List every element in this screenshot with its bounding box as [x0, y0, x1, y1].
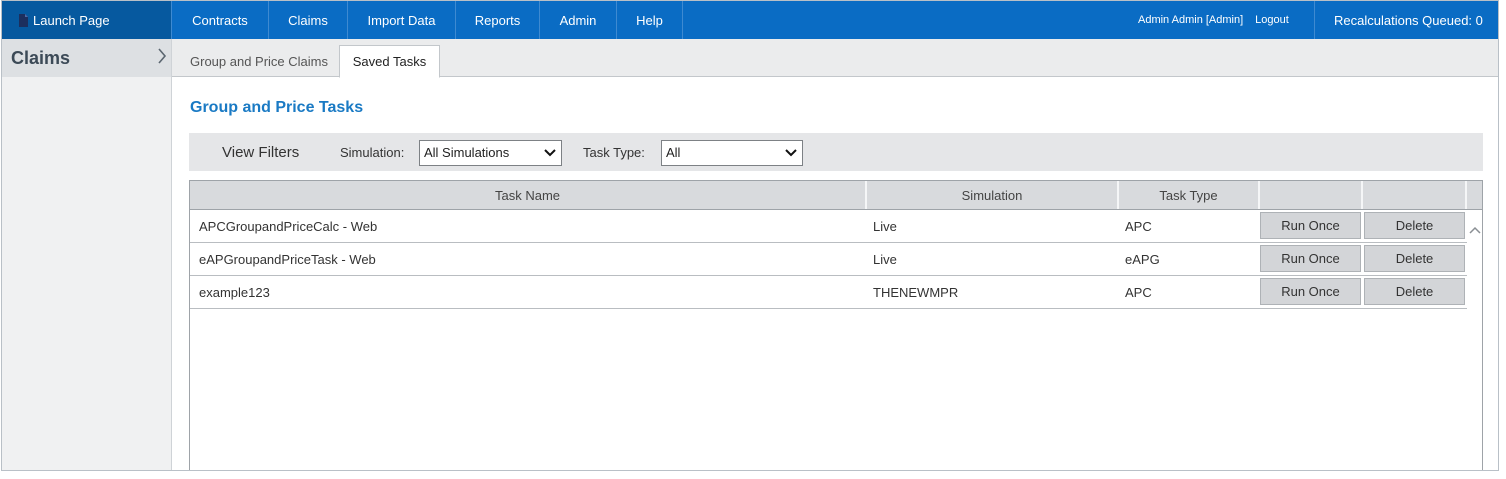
- tab-saved-tasks[interactable]: Saved Tasks: [339, 45, 440, 78]
- nav-help[interactable]: Help: [617, 1, 683, 39]
- chevron-down-icon: [784, 146, 798, 160]
- delete-button[interactable]: Delete: [1364, 212, 1465, 239]
- task-name-cell: example123: [199, 284, 270, 300]
- user-name: Admin Admin [Admin]: [1138, 14, 1244, 26]
- delete-button[interactable]: Delete: [1364, 245, 1465, 272]
- simulation-cell: THENEWMPR: [873, 284, 959, 300]
- app-window: Launch Page Contracts Claims Import Data…: [1, 0, 1499, 471]
- simulation-cell: Live: [873, 251, 897, 267]
- top-nav-bar: Launch Page Contracts Claims Import Data…: [2, 1, 1498, 39]
- sidebar: Claims: [2, 39, 172, 470]
- table-row[interactable]: example123 THENEWMPR APC Run Once Delete: [190, 276, 1467, 309]
- table-row[interactable]: APCGroupandPriceCalc - Web Live APC Run …: [190, 210, 1467, 243]
- run-once-button[interactable]: Run Once: [1260, 278, 1361, 305]
- simulation-select[interactable]: All Simulations: [419, 140, 562, 166]
- simulation-label: Simulation:: [340, 145, 405, 160]
- nav-import-data[interactable]: Import Data: [348, 1, 456, 39]
- simulation-select-value: All Simulations: [424, 145, 510, 160]
- sidebar-title: Claims: [11, 47, 71, 68]
- nav-admin[interactable]: Admin: [540, 1, 617, 39]
- task-type-cell: eAPG: [1125, 251, 1160, 267]
- task-type-label: Task Type:: [583, 145, 645, 160]
- tab-group-and-price-claims[interactable]: Group and Price Claims: [190, 45, 328, 77]
- column-header-task-type[interactable]: Task Type: [1119, 181, 1260, 209]
- user-area: Admin Admin [Admin] Logout: [1138, 1, 1289, 39]
- page-title: Group and Price Tasks: [190, 99, 364, 116]
- task-type-select[interactable]: All: [661, 140, 803, 166]
- table-row[interactable]: eAPGroupandPriceTask - Web Live eAPG Run…: [190, 243, 1467, 276]
- simulation-cell: Live: [873, 218, 897, 234]
- column-header-run: [1260, 181, 1363, 209]
- task-type-cell: APC: [1125, 218, 1152, 234]
- grid-header: Task Name Simulation Task Type: [190, 181, 1482, 210]
- sidebar-header[interactable]: Claims: [2, 39, 171, 77]
- view-filters-label: View Filters: [222, 144, 300, 161]
- chevron-down-icon: [543, 146, 557, 160]
- view-filters-bar: View Filters Simulation: All Simulations…: [189, 133, 1483, 171]
- column-header-delete: [1363, 181, 1467, 209]
- tasks-grid: Task Name Simulation Task Type APCGroupa…: [189, 180, 1483, 470]
- task-type-cell: APC: [1125, 284, 1152, 300]
- nav-claims[interactable]: Claims: [269, 1, 348, 39]
- column-header-simulation[interactable]: Simulation: [867, 181, 1119, 209]
- main-content: Group and Price Tasks View Filters Simul…: [172, 77, 1498, 470]
- task-type-select-value: All: [666, 145, 681, 160]
- launch-page-link[interactable]: Launch Page: [2, 1, 171, 39]
- logout-link[interactable]: Logout: [1255, 14, 1289, 26]
- run-once-button[interactable]: Run Once: [1260, 245, 1361, 272]
- task-name-cell: eAPGroupandPriceTask - Web: [199, 251, 376, 267]
- launch-page-label: Launch Page: [33, 12, 110, 28]
- column-header-task-name[interactable]: Task Name: [190, 181, 867, 209]
- recalculations-queued: Recalculations Queued: 0: [1314, 1, 1498, 39]
- chevron-right-icon[interactable]: [157, 47, 167, 69]
- main-nav: Contracts Claims Import Data Reports Adm…: [171, 1, 683, 39]
- task-name-cell: APCGroupandPriceCalc - Web: [199, 218, 378, 234]
- tab-strip: Group and Price Claims Saved Tasks: [172, 39, 1498, 78]
- document-icon: [18, 13, 28, 27]
- delete-button[interactable]: Delete: [1364, 278, 1465, 305]
- chevron-up-icon[interactable]: [1468, 223, 1482, 237]
- run-once-button[interactable]: Run Once: [1260, 212, 1361, 239]
- nav-reports[interactable]: Reports: [456, 1, 540, 39]
- nav-contracts[interactable]: Contracts: [171, 1, 269, 39]
